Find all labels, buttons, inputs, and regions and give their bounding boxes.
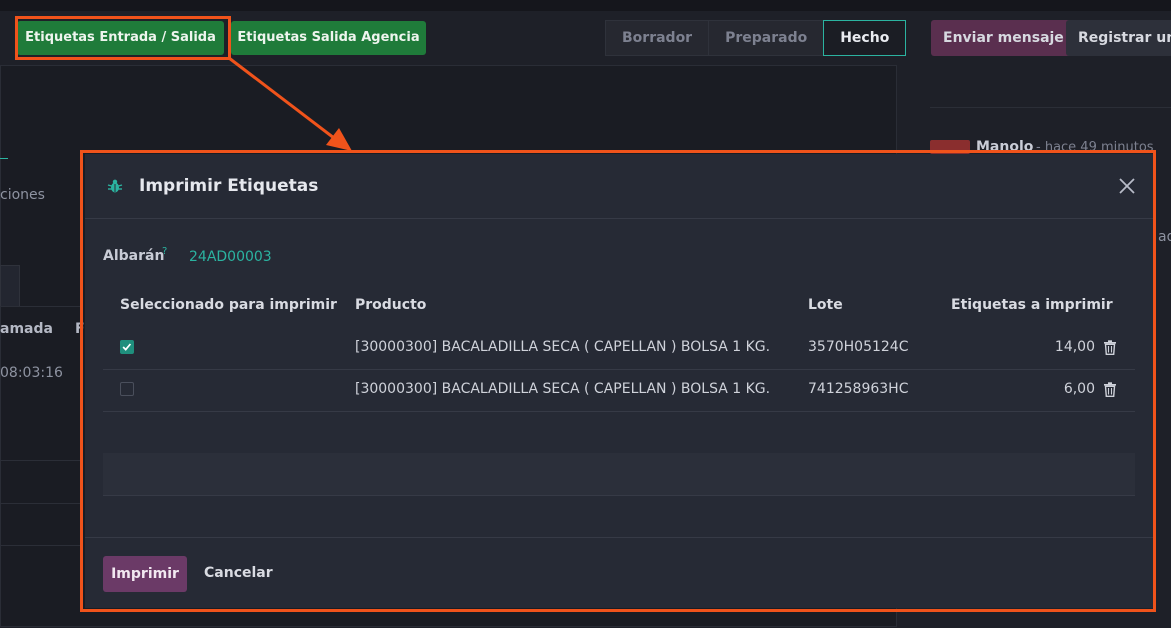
- status-step-borrador[interactable]: Borrador: [605, 20, 710, 56]
- bg-label-ciones: ciones: [0, 187, 45, 203]
- log-note-button[interactable]: Registrar una: [1066, 20, 1171, 56]
- status-bar: Borrador Preparado Hecho: [605, 20, 907, 56]
- dialog-highlight-outline: [80, 150, 1156, 612]
- top-strip: [0, 0, 1171, 11]
- bg-accent-mark: [0, 158, 8, 159]
- etiquetas-salida-agencia-button[interactable]: Etiquetas Salida Agencia: [231, 21, 426, 55]
- bg-column-amada: amada: [0, 321, 53, 337]
- send-message-button[interactable]: Enviar mensaje: [931, 20, 1076, 56]
- bg-divider: [0, 306, 80, 307]
- status-step-preparado[interactable]: Preparado: [708, 20, 825, 56]
- bg-divider-4: [0, 545, 80, 546]
- bg-time: 08:03:16: [0, 365, 63, 381]
- bg-divider-3: [0, 503, 80, 504]
- bg-divider-2: [0, 460, 80, 461]
- chatter-divider: [930, 107, 1171, 108]
- button-highlight-outline: [15, 16, 231, 60]
- bg-tab: [0, 265, 20, 307]
- status-step-hecho[interactable]: Hecho: [823, 20, 907, 56]
- bg-partial-right: ad: [1158, 229, 1171, 245]
